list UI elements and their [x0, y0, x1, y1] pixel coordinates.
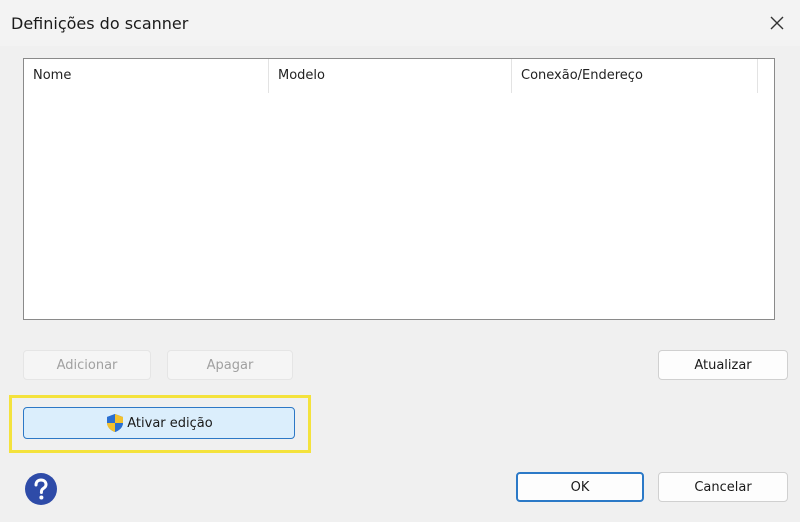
close-icon	[770, 16, 784, 30]
column-header-name[interactable]: Nome	[24, 59, 269, 93]
cancel-button[interactable]: Cancelar	[658, 472, 788, 502]
refresh-button[interactable]: Atualizar	[658, 350, 788, 380]
close-button[interactable]	[754, 0, 800, 46]
scanner-list[interactable]: Nome Modelo Conexão/Endereço	[23, 58, 775, 320]
enable-edit-label: Ativar edição	[127, 415, 213, 431]
list-header: Nome Modelo Conexão/Endereço	[24, 59, 774, 93]
ok-button[interactable]: OK	[516, 472, 644, 502]
window-title: Definições do scanner	[11, 14, 189, 33]
column-header-connection[interactable]: Conexão/Endereço	[512, 59, 758, 93]
title-bar: Definições do scanner	[0, 0, 800, 46]
column-header-extra	[758, 59, 774, 93]
uac-shield-icon	[107, 414, 124, 432]
help-icon[interactable]	[24, 472, 58, 506]
column-header-model[interactable]: Modelo	[269, 59, 512, 93]
delete-button[interactable]: Apagar	[167, 350, 293, 380]
add-button[interactable]: Adicionar	[23, 350, 151, 380]
enable-edit-button[interactable]: Ativar edição	[23, 407, 295, 439]
scanner-settings-dialog: Definições do scanner Nome Modelo Conexã…	[0, 0, 800, 522]
